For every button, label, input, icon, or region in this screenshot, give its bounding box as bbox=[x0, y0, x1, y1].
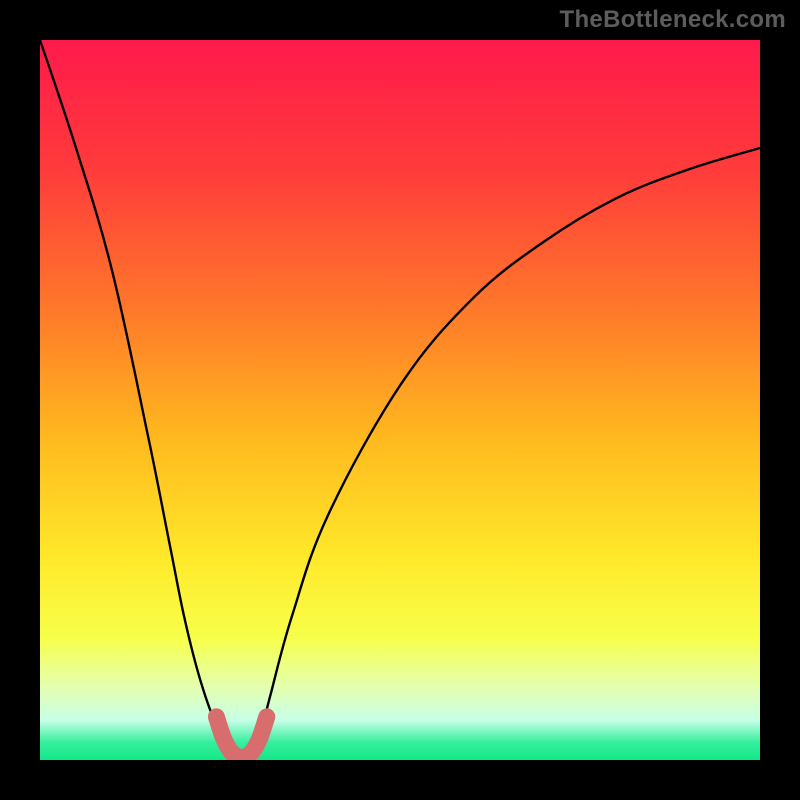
watermark-text: TheBottleneck.com bbox=[560, 6, 786, 34]
chart-frame: TheBottleneck.com bbox=[0, 0, 800, 800]
plot-area bbox=[40, 40, 760, 760]
optimal-region-highlight bbox=[216, 717, 266, 760]
curve-layer bbox=[40, 40, 760, 760]
bottleneck-curve bbox=[40, 40, 760, 760]
